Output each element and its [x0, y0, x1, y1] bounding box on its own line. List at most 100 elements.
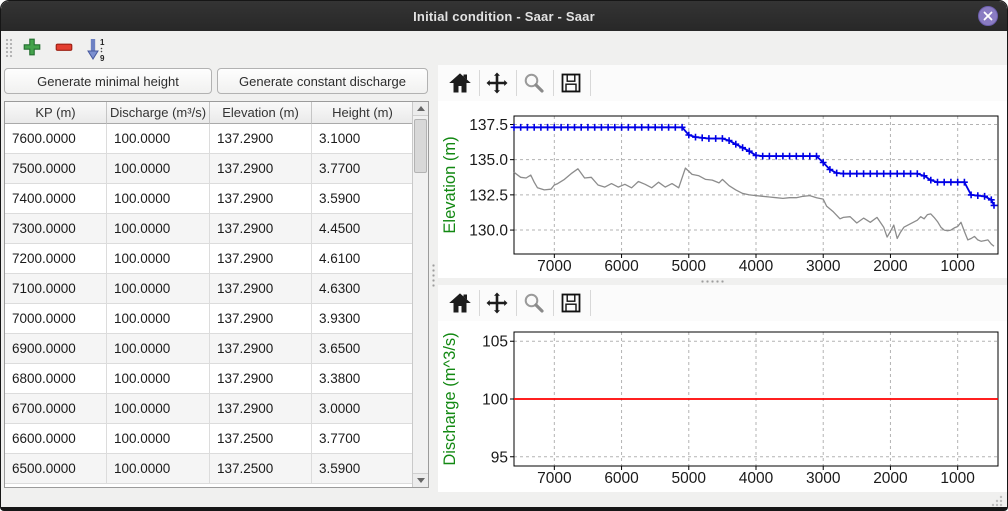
remove-row-button[interactable] [51, 35, 77, 61]
table-cell[interactable]: 100.0000 [107, 244, 210, 274]
table-cell[interactable]: 7100.0000 [5, 274, 107, 304]
home-button[interactable] [447, 70, 473, 96]
table-cell[interactable]: 137.2900 [210, 154, 312, 184]
table-cell[interactable]: 137.2900 [210, 184, 312, 214]
table-cell[interactable]: 137.2900 [210, 394, 312, 424]
table-scrollbar[interactable] [412, 102, 428, 487]
table-cell[interactable]: 137.2500 [210, 424, 312, 454]
table-row[interactable]: 6600.0000100.0000137.25003.7700 [5, 424, 428, 454]
table-cell[interactable]: 100.0000 [107, 424, 210, 454]
column-header[interactable]: Discharge (m³/s) [107, 102, 210, 124]
scroll-down-button[interactable] [413, 473, 428, 487]
table-row[interactable]: 6500.0000100.0000137.25003.5900 [5, 454, 428, 484]
sort-button[interactable]: 1 9 [83, 35, 109, 61]
table-row[interactable]: 7500.0000100.0000137.29003.7700 [5, 154, 428, 184]
scroll-up-button[interactable] [413, 102, 428, 116]
table-cell[interactable]: 4.6100 [312, 244, 414, 274]
table-cell[interactable]: 3.3800 [312, 364, 414, 394]
table-cell[interactable]: 3.7700 [312, 424, 414, 454]
table-cell[interactable]: 137.2900 [210, 364, 312, 394]
table-row[interactable]: 6800.0000100.0000137.29003.3800 [5, 364, 428, 394]
table-row[interactable]: 7200.0000100.0000137.29004.6100 [5, 244, 428, 274]
table-cell[interactable]: 100.0000 [107, 274, 210, 304]
pan-button[interactable] [484, 290, 510, 316]
chart-splitter[interactable] [438, 278, 1007, 285]
table-cell[interactable]: 7200.0000 [5, 244, 107, 274]
table-cell[interactable]: 3.1000 [312, 124, 414, 154]
scrollbar-thumb[interactable] [414, 119, 427, 173]
table-cell[interactable]: 100.0000 [107, 214, 210, 244]
table-cell[interactable]: 137.2900 [210, 274, 312, 304]
x-tick-label: 6000 [604, 470, 639, 487]
table-cell[interactable]: 4.4500 [312, 214, 414, 244]
table-body: 7600.0000100.0000137.29003.10007500.0000… [5, 124, 428, 484]
table-cell[interactable]: 6600.0000 [5, 424, 107, 454]
table-cell[interactable]: 3.0000 [312, 394, 414, 424]
table-cell[interactable]: 100.0000 [107, 154, 210, 184]
triangle-down-icon [417, 478, 425, 483]
save-icon [559, 71, 583, 95]
panel-splitter[interactable] [429, 65, 438, 492]
pan-button[interactable] [484, 70, 510, 96]
column-header[interactable]: Elevation (m) [210, 102, 312, 124]
table-cell[interactable]: 6800.0000 [5, 364, 107, 394]
table-cell[interactable]: 100.0000 [107, 454, 210, 484]
table-row[interactable]: 7400.0000100.0000137.29003.5900 [5, 184, 428, 214]
table-row[interactable]: 7000.0000100.0000137.29003.9300 [5, 304, 428, 334]
table-row[interactable]: 6900.0000100.0000137.29003.6500 [5, 334, 428, 364]
table-cell[interactable]: 137.2900 [210, 214, 312, 244]
table-row[interactable]: 7600.0000100.0000137.29003.1000 [5, 124, 428, 154]
toolbar-drag-handle[interactable] [5, 38, 13, 58]
table-cell[interactable]: 3.9300 [312, 304, 414, 334]
table-row[interactable]: 7100.0000100.0000137.29004.6300 [5, 274, 428, 304]
add-row-button[interactable] [19, 35, 45, 61]
y-tick-label: 135.0 [469, 152, 508, 169]
table-cell[interactable]: 137.2900 [210, 304, 312, 334]
table-cell[interactable]: 3.5900 [312, 184, 414, 214]
table-cell[interactable]: 7400.0000 [5, 184, 107, 214]
elevation-chart[interactable]: 7000600050004000300020001000137.5135.013… [438, 101, 1007, 278]
table-cell[interactable]: 3.7700 [312, 154, 414, 184]
zoom-button[interactable] [521, 290, 547, 316]
table-cell[interactable]: 100.0000 [107, 364, 210, 394]
table-cell[interactable]: 6900.0000 [5, 334, 107, 364]
table-cell[interactable]: 7600.0000 [5, 124, 107, 154]
discharge-chart[interactable]: 700060005000400030002000100010510095Disc… [438, 316, 1007, 493]
table-cell[interactable]: 100.0000 [107, 334, 210, 364]
close-button[interactable] [978, 6, 998, 26]
zoom-button[interactable] [521, 70, 547, 96]
column-header[interactable]: KP (m) [5, 102, 107, 124]
table-cell[interactable]: 7500.0000 [5, 154, 107, 184]
elevation-chart-toolbar [438, 65, 1007, 101]
table-cell[interactable]: 137.2900 [210, 124, 312, 154]
titlebar[interactable]: Initial condition - Saar - Saar [1, 1, 1007, 31]
column-header[interactable]: Height (m) [312, 102, 414, 124]
discharge-panel: 700060005000400030002000100010510095Disc… [438, 285, 1007, 492]
table-cell[interactable]: 6500.0000 [5, 454, 107, 484]
home-button[interactable] [447, 290, 473, 316]
toolbar-separator [553, 290, 554, 316]
table-cell[interactable]: 7300.0000 [5, 214, 107, 244]
resize-grip-icon[interactable] [991, 495, 1003, 507]
table-row[interactable]: 6700.0000100.0000137.29003.0000 [5, 394, 428, 424]
table-cell[interactable]: 4.6300 [312, 274, 414, 304]
table-cell[interactable]: 6700.0000 [5, 394, 107, 424]
table-cell[interactable]: 137.2500 [210, 454, 312, 484]
table-row[interactable]: 7300.0000100.0000137.29004.4500 [5, 214, 428, 244]
table-cell[interactable]: 3.6500 [312, 334, 414, 364]
save-button[interactable] [558, 70, 584, 96]
table-cell[interactable]: 7000.0000 [5, 304, 107, 334]
table-cell[interactable]: 137.2900 [210, 334, 312, 364]
elevation-panel: 7000600050004000300020001000137.5135.013… [438, 65, 1007, 278]
table-cell[interactable]: 3.5900 [312, 454, 414, 484]
table-cell[interactable]: 137.2900 [210, 244, 312, 274]
table-cell[interactable]: 100.0000 [107, 304, 210, 334]
save-button[interactable] [558, 290, 584, 316]
close-icon [982, 10, 994, 22]
table-cell[interactable]: 100.0000 [107, 394, 210, 424]
generate-constant-discharge-button[interactable]: Generate constant discharge [217, 68, 428, 94]
table-cell[interactable]: 100.0000 [107, 124, 210, 154]
home-icon [448, 291, 472, 315]
table-cell[interactable]: 100.0000 [107, 184, 210, 214]
generate-minimal-height-button[interactable]: Generate minimal height [4, 68, 212, 94]
